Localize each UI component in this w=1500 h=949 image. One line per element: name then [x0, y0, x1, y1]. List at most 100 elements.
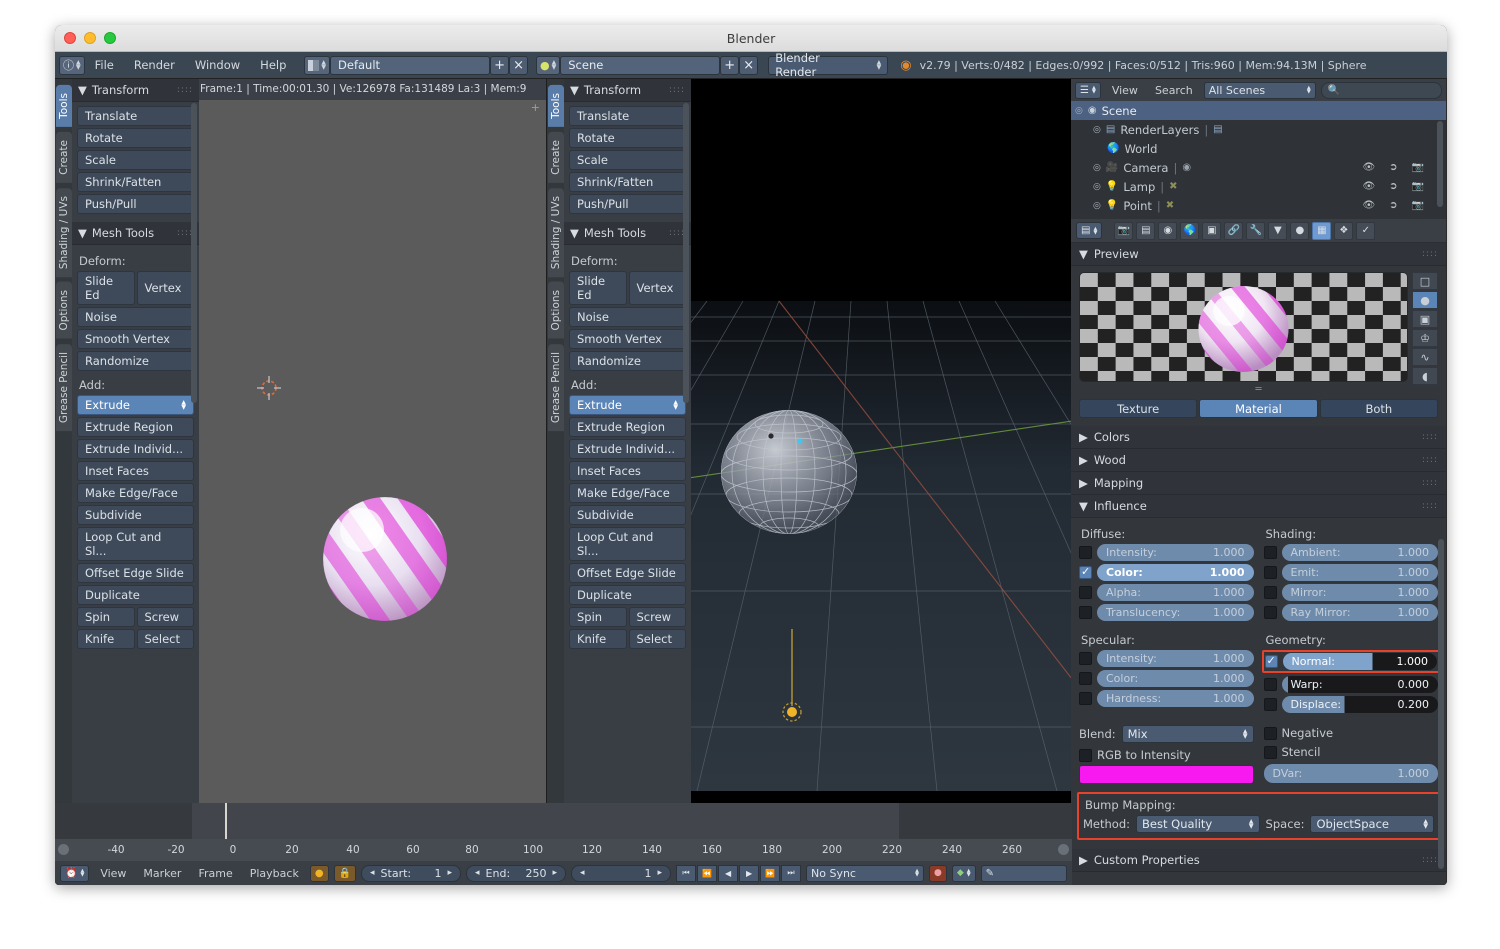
- editor-type-timeline-icon[interactable]: ⏰ ▲ ▼: [60, 864, 90, 882]
- tool2-duplicate[interactable]: Duplicate: [569, 585, 686, 605]
- toolshelf-tab-options[interactable]: Options: [55, 281, 72, 339]
- tool2-make-edge-face[interactable]: Make Edge/Face: [569, 483, 686, 503]
- tool-smooth-vertex[interactable]: Smooth Vertex: [77, 329, 194, 349]
- toolshelf2-tab-shading-uvs[interactable]: Shading / UVs: [547, 187, 564, 277]
- tool2-knife-select[interactable]: Select: [628, 629, 686, 649]
- geometry-displace-slider[interactable]: Displace: 0.200: [1281, 696, 1438, 713]
- current-frame-field[interactable]: ◂ 1 ▸: [571, 864, 672, 882]
- tool2-offset-edge-slide[interactable]: Offset Edge Slide: [569, 563, 686, 583]
- tool2-extrude-region[interactable]: Extrude Region: [569, 417, 686, 437]
- scene-name-field[interactable]: Scene: [560, 55, 721, 75]
- outliner-toggles-camera[interactable]: 👁 ➲ 📷: [1362, 162, 1446, 173]
- tool2-slide-edge[interactable]: Slide Ed: [569, 271, 627, 305]
- tool2-translate[interactable]: Translate: [569, 106, 686, 126]
- tool-spin[interactable]: Spin: [77, 607, 135, 627]
- tool-offset-edge-slide[interactable]: Offset Edge Slide: [77, 563, 194, 583]
- tool2-loop-cut-slide[interactable]: Loop Cut and Sl...: [569, 527, 686, 561]
- specular-hardness-checkbox[interactable]: [1079, 692, 1092, 705]
- geometry-warp-slider[interactable]: Warp: 0.000: [1281, 676, 1438, 693]
- prop-tab-physics-icon[interactable]: ✓: [1356, 221, 1376, 240]
- jump-to-start-button[interactable]: ⏮: [676, 864, 697, 882]
- prop-tab-scene-icon[interactable]: ◉: [1158, 221, 1178, 240]
- renderable-icon[interactable]: 📷: [1412, 181, 1424, 192]
- expand-toggle-icon[interactable]: ◎: [1093, 182, 1101, 192]
- outliner-scrollbar[interactable]: [1437, 121, 1443, 207]
- tool-subdivide[interactable]: Subdivide: [77, 505, 194, 525]
- prop-tab-render-icon[interactable]: 📷: [1114, 221, 1134, 240]
- shading-mirror-slider[interactable]: Mirror: 1.000: [1281, 584, 1438, 601]
- colors-panel-header[interactable]: ▶ Colors ::::: [1071, 426, 1446, 449]
- end-frame-field[interactable]: ◂ End: 250 ▸: [466, 864, 567, 882]
- geometry-warp-checkbox[interactable]: [1263, 678, 1277, 691]
- shading-mirror-checkbox[interactable]: [1263, 586, 1277, 599]
- preview-resize-grip[interactable]: ═: [1079, 385, 1438, 395]
- next-keyframe-button[interactable]: ⏩: [760, 864, 781, 882]
- menu-window[interactable]: Window: [185, 56, 250, 74]
- prop-tab-material-icon[interactable]: ●: [1290, 221, 1310, 240]
- selectable-icon[interactable]: ➲: [1389, 181, 1397, 192]
- editor-type-info-icon[interactable]: ⓘ ▲ ▼: [59, 55, 85, 75]
- jump-to-end-button[interactable]: ⏭: [781, 864, 802, 882]
- tool-slide-edge[interactable]: Slide Ed: [77, 271, 135, 305]
- preview-type-texture[interactable]: Texture: [1079, 399, 1198, 418]
- bump-method-dropdown[interactable]: Best Quality ▲ ▼: [1136, 815, 1260, 833]
- tool-extrude-dropdown[interactable]: Extrude ▲ ▼: [77, 395, 194, 415]
- menu-file[interactable]: File: [85, 56, 124, 74]
- tool2-subdivide[interactable]: Subdivide: [569, 505, 686, 525]
- mesh-tools-panel-2-header[interactable]: ▼ Mesh Tools ::::: [564, 222, 691, 245]
- expand-toggle-icon[interactable]: ◎: [1093, 125, 1101, 135]
- screen-layout-field[interactable]: Default: [330, 55, 491, 75]
- toolshelf-tab-tools[interactable]: Tools: [55, 85, 72, 127]
- diffuse-color-slider[interactable]: Color: 1.000: [1097, 564, 1254, 581]
- outliner-row-lamp[interactable]: ◎ 💡 Lamp | ✖ 👁 ➲ 📷: [1071, 177, 1446, 196]
- expand-toggle-icon[interactable]: ◎: [1093, 201, 1101, 211]
- outliner-row-renderlayers[interactable]: ◎ ▤ RenderLayers | ▤: [1071, 120, 1446, 139]
- shading-raymirror-checkbox[interactable]: [1263, 606, 1277, 619]
- render-engine-dropdown[interactable]: Blender Render ▲ ▼: [768, 51, 889, 79]
- outliner-display-mode-dropdown[interactable]: All Scenes ▲ ▼: [1203, 81, 1316, 99]
- tool2-extrude-individual[interactable]: Extrude Individ...: [569, 439, 686, 459]
- delete-screen-layout-button[interactable]: ×: [509, 55, 529, 75]
- toolshelf2-tab-tools[interactable]: Tools: [547, 85, 564, 127]
- tool-shrink-fatten[interactable]: Shrink/Fatten: [77, 172, 194, 192]
- tool-translate[interactable]: Translate: [77, 106, 194, 126]
- outliner-row-camera[interactable]: ◎ 🎥 Camera | ◉ 👁 ➲ 📷: [1071, 158, 1446, 177]
- timeline-area[interactable]: -40 -20 0 20 40 60 80 100 120 140 160 18…: [55, 803, 1072, 861]
- preview-sphere-sky-icon[interactable]: ◖: [1412, 367, 1438, 385]
- geometry-displace-checkbox[interactable]: [1263, 698, 1277, 711]
- tool2-push-pull[interactable]: Push/Pull: [569, 194, 686, 214]
- record-button[interactable]: ●: [929, 864, 947, 882]
- tool2-rotate[interactable]: Rotate: [569, 128, 686, 148]
- add-screen-layout-button[interactable]: +: [490, 55, 510, 75]
- add-scene-button[interactable]: +: [720, 55, 740, 75]
- tool-noise[interactable]: Noise: [77, 307, 194, 327]
- timeline-ruler[interactable]: -40 -20 0 20 40 60 80 100 120 140 160 18…: [55, 839, 1072, 861]
- preview-type-both[interactable]: Both: [1319, 399, 1438, 418]
- menu-help[interactable]: Help: [250, 56, 296, 74]
- shading-ambient-checkbox[interactable]: [1263, 546, 1277, 559]
- toolshelf-tab-shading-uvs[interactable]: Shading / UVs: [55, 187, 72, 277]
- tool-slide-vertex[interactable]: Vertex: [136, 271, 194, 305]
- viewport-3-main[interactable]: User Persp: [547, 79, 1071, 885]
- sync-mode-dropdown[interactable]: No Sync ▲ ▼: [806, 864, 925, 882]
- prop-tab-texture-icon[interactable]: ▦: [1312, 221, 1332, 240]
- specular-intensity-slider[interactable]: Intensity: 1.000: [1097, 650, 1254, 667]
- prop-tab-renderlayers-icon[interactable]: ▤: [1136, 221, 1156, 240]
- specular-color-checkbox[interactable]: [1079, 672, 1092, 685]
- prop-tab-constraints-icon[interactable]: 🔗: [1224, 221, 1244, 240]
- screen-layout-icon[interactable]: ▲ ▼: [304, 55, 331, 75]
- tool2-slide-vertex[interactable]: Vertex: [628, 271, 686, 305]
- tool-duplicate[interactable]: Duplicate: [77, 585, 194, 605]
- editor-type-outliner-icon[interactable]: ☰ ▲ ▼: [1075, 81, 1101, 99]
- rgb-to-intensity-checkbox[interactable]: [1079, 748, 1092, 762]
- tool2-extrude-dropdown[interactable]: Extrude ▲ ▼: [569, 395, 686, 415]
- toolshelf2-tab-create[interactable]: Create: [547, 131, 564, 183]
- transform-panel-2-header[interactable]: ▼ Transform ::::: [564, 79, 691, 102]
- selectable-icon[interactable]: ➲: [1389, 200, 1397, 211]
- dvar-slider[interactable]: DVar: 1.000: [1263, 764, 1438, 783]
- preview-cube-icon[interactable]: ▣: [1412, 310, 1438, 328]
- blend-dropdown[interactable]: Mix ▲ ▼: [1121, 725, 1254, 743]
- tool-make-edge-face[interactable]: Make Edge/Face: [77, 483, 194, 503]
- prop-tab-modifiers-icon[interactable]: 🔧: [1246, 221, 1266, 240]
- tool2-noise[interactable]: Noise: [569, 307, 686, 327]
